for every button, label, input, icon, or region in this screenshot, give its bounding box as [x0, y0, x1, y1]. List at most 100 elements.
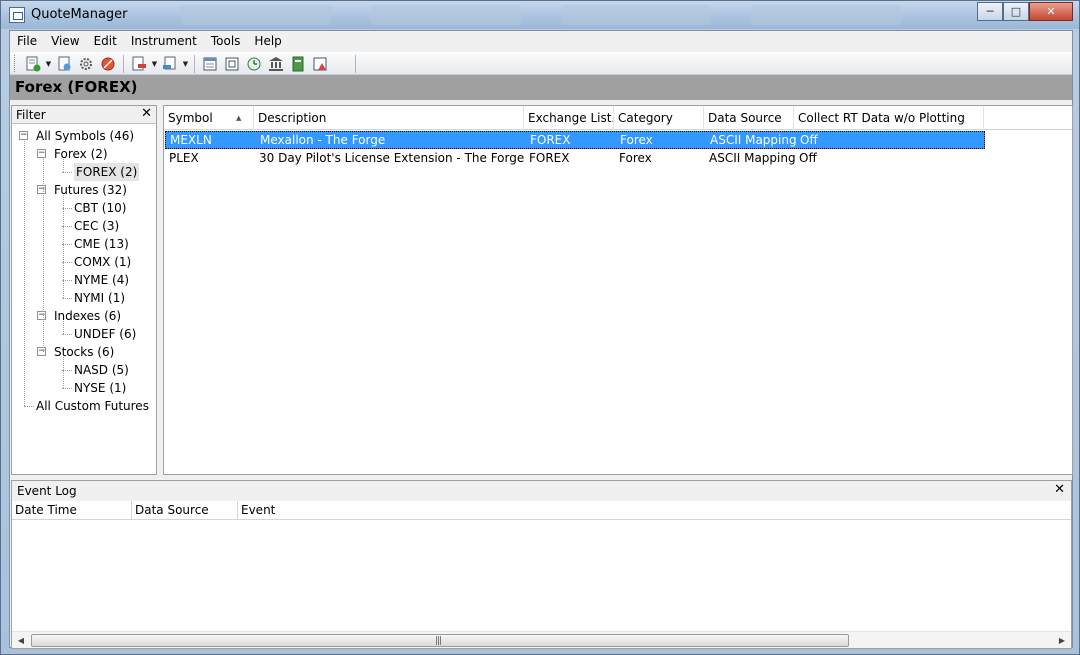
cell-exchange: FOREX	[529, 151, 570, 165]
column-header-data-source[interactable]: Data Source	[704, 106, 794, 130]
tree-item[interactable]: COMX (1)	[74, 253, 131, 271]
tree-connector-line	[62, 388, 72, 389]
calendar-icon[interactable]	[200, 54, 220, 74]
client-area: File View Edit Instrument Tools Help ▼ ▼…	[9, 30, 1073, 649]
filter-close-icon[interactable]: ✕	[141, 106, 152, 121]
cell-data-source: ASCII Mapping	[710, 133, 796, 147]
tree-item[interactable]: Futures (32)	[54, 181, 127, 199]
book-icon[interactable]	[288, 54, 308, 74]
tree-item[interactable]: FOREX (2)	[74, 163, 140, 181]
app-icon	[9, 7, 25, 23]
tree-collapse-icon[interactable]: −	[37, 347, 46, 356]
tree-connector-line	[43, 159, 44, 352]
event-log-panel: Event Log ✕ Date Time Data Source Event …	[11, 480, 1072, 649]
stop-icon[interactable]	[98, 54, 118, 74]
symbol-grid: Symbol ▲ Description Exchange List... Ca…	[163, 105, 1073, 475]
column-header-exchange-list[interactable]: Exchange List...	[524, 106, 614, 130]
tree-item[interactable]: NYSE (1)	[74, 379, 126, 397]
menu-file[interactable]: File	[10, 31, 44, 51]
column-label: Symbol	[168, 111, 213, 125]
horizontal-scrollbar[interactable]: ◀ ||| ▶	[12, 631, 1071, 648]
event-log-close-icon[interactable]: ✕	[1054, 482, 1065, 497]
tree-collapse-icon[interactable]: −	[19, 131, 28, 140]
tree-item[interactable]: NASD (5)	[74, 361, 129, 379]
scrollbar-grip-icon: |||	[435, 636, 442, 646]
column-header-symbol[interactable]: Symbol ▲	[164, 106, 254, 130]
event-log-title: Event Log	[17, 484, 77, 498]
tree-connector-line	[24, 406, 34, 407]
column-header-description[interactable]: Description	[254, 106, 524, 130]
tree-item[interactable]: All Custom Futures	[36, 397, 149, 415]
filter-header: Filter ✕	[12, 106, 156, 124]
toolbar-separator	[194, 54, 195, 73]
tree-connector-line	[63, 159, 64, 172]
column-header-collect-rt-data[interactable]: Collect RT Data w/o Plotting	[794, 106, 984, 130]
menu-edit[interactable]: Edit	[87, 31, 124, 51]
cell-collect-rt: Off	[799, 151, 817, 165]
column-header-data-source[interactable]: Data Source	[132, 501, 238, 520]
tree-item[interactable]: CBT (10)	[74, 199, 126, 217]
toolbar-grip[interactable]	[14, 55, 17, 72]
close-button[interactable]: ✕	[1029, 2, 1073, 21]
scroll-right-icon[interactable]: ▶	[1054, 633, 1070, 648]
cell-description: 30 Day Pilot's License Extension - The F…	[259, 151, 525, 165]
cell-exchange: FOREX	[530, 133, 571, 147]
column-header-event[interactable]: Event	[238, 501, 1071, 520]
column-header-category[interactable]: Category	[614, 106, 704, 130]
dropdown-arrow-icon[interactable]: ▼	[181, 54, 190, 74]
session-icon[interactable]	[222, 54, 242, 74]
minimize-button[interactable]: ─	[977, 2, 1003, 21]
settings-gear-icon[interactable]	[76, 54, 96, 74]
table-row[interactable]: PLEX 30 Day Pilot's License Extension - …	[165, 150, 985, 168]
exchange-icon[interactable]	[266, 54, 286, 74]
tree-item[interactable]: CME (13)	[74, 235, 129, 253]
cell-symbol: PLEX	[169, 151, 199, 165]
download-icon[interactable]	[160, 54, 180, 74]
filter-label: Filter	[16, 108, 46, 122]
column-header-date-time[interactable]: Date Time	[12, 501, 132, 520]
page-title: Forex (FOREX)	[15, 78, 138, 96]
tree-item[interactable]: Indexes (6)	[54, 307, 121, 325]
tree-collapse-icon[interactable]: −	[37, 185, 46, 194]
toolbar-end-separator	[355, 55, 356, 73]
dropdown-arrow-icon[interactable]: ▼	[44, 54, 53, 74]
menu-help[interactable]: Help	[247, 31, 288, 51]
sort-ascending-icon: ▲	[236, 114, 242, 122]
toolbar: ▼ ▼ ▼	[10, 52, 1072, 75]
scroll-left-icon[interactable]: ◀	[13, 633, 29, 648]
dropdown-arrow-icon[interactable]: ▼	[150, 54, 159, 74]
cell-category: Forex	[619, 151, 652, 165]
tree-connector-line	[63, 321, 64, 334]
table-row[interactable]: MEXLN Mexallon - The Forge FOREX Forex A…	[165, 131, 985, 149]
background-tab-ghost	[371, 5, 521, 25]
clock-icon[interactable]	[244, 54, 264, 74]
maximize-button[interactable]: □	[1003, 2, 1029, 21]
tree-item[interactable]: UNDEF (6)	[74, 325, 136, 343]
menu-instrument[interactable]: Instrument	[124, 31, 204, 51]
tree-connector-line	[63, 357, 64, 388]
import-icon[interactable]	[54, 54, 74, 74]
export-icon[interactable]	[129, 54, 149, 74]
tree-item[interactable]: NYME (4)	[74, 271, 129, 289]
window-title: QuoteManager	[31, 7, 128, 22]
background-tab-ghost	[181, 5, 331, 25]
chart-alert-icon[interactable]	[310, 54, 330, 74]
menu-tools[interactable]: Tools	[204, 31, 248, 51]
tree-item[interactable]: CEC (3)	[74, 217, 119, 235]
tree-collapse-icon[interactable]: −	[37, 311, 46, 320]
menu-view[interactable]: View	[44, 31, 86, 51]
tree-connector-line	[62, 172, 72, 173]
window-controls: ─ □ ✕	[977, 2, 1073, 21]
cell-symbol: MEXLN	[170, 133, 212, 147]
new-symbol-icon[interactable]	[23, 54, 43, 74]
cell-category: Forex	[620, 133, 653, 147]
event-log-header: Event Log ✕	[12, 481, 1071, 501]
cell-data-source: ASCII Mapping	[709, 151, 795, 165]
tree-connector-line	[62, 334, 72, 335]
tree-item[interactable]: NYMI (1)	[74, 289, 125, 307]
tree-connector-line	[63, 195, 64, 298]
title-bar[interactable]: QuoteManager ─ □ ✕	[1, 1, 1079, 29]
tree-item[interactable]: All Symbols (46)	[36, 127, 134, 145]
scrollbar-thumb[interactable]: |||	[31, 634, 849, 647]
tree-collapse-icon[interactable]: −	[37, 149, 46, 158]
